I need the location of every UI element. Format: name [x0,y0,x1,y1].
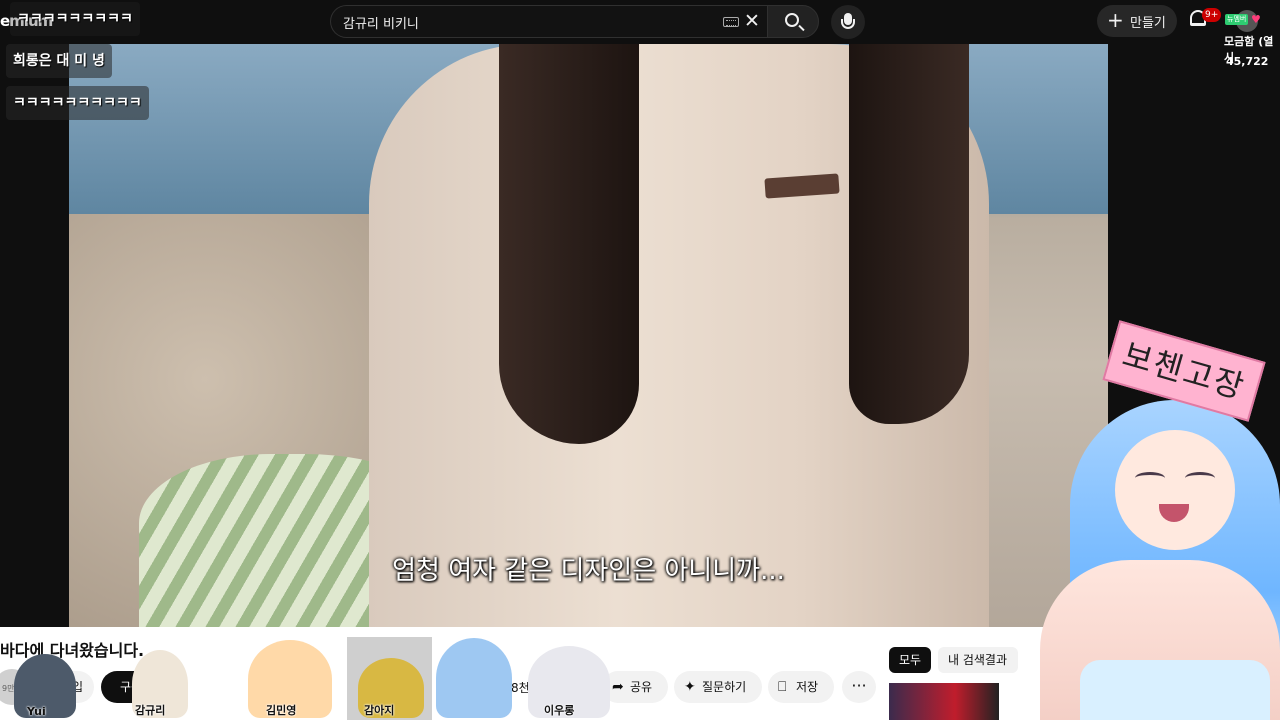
search-button[interactable] [767,5,819,38]
video-hair-left [499,44,639,444]
character-label-iurong: 이우롱 [544,704,575,717]
heart-icon: ♥ [1251,13,1261,26]
share-button[interactable]: ➦ 공유 [602,671,668,703]
plus-icon: + [1107,8,1124,32]
search-query-text[interactable]: 감규리 비키니 [343,13,419,32]
chat-message-1: ㅋㅋㅋㅋㅋㅋㅋㅋㅋ [10,2,140,36]
character-label-kimminyeong: 김민영 [266,704,297,717]
video-subtitle: 엄청 여자 같은 디자인은 아니니까... [392,556,785,586]
vtuber-face [1115,430,1235,550]
top-bar: emium 감규리 비키니 ✕ + 만들기 9+ [0,0,1280,44]
ask-button[interactable]: ✦ 질문하기 [674,671,762,703]
recommended-thumbnail[interactable] [889,683,999,720]
character-label-gamgyuri: 감규리 [135,704,166,717]
bookmark-icon: ⎕ [778,679,787,695]
search-input[interactable]: 감규리 비키니 ✕ [330,5,767,38]
donation-count: 45,722 [1226,55,1269,68]
like-count[interactable]: 8천 [511,679,530,696]
search-icon [785,13,799,27]
ask-label: 질문하기 [702,680,747,694]
video-title: 바다에 다녀왔습니다. [0,641,145,660]
chip-all[interactable]: 모두 [889,647,931,673]
vtuber-dress [1080,660,1270,720]
create-label: 만들기 [1130,16,1166,31]
chat-message-2: 희롱은 대 미 녕 [6,44,112,78]
member-badge: 뉴멤버 [1225,14,1249,25]
vtuber-eye-left [1135,472,1165,484]
voice-search-button[interactable] [831,5,865,39]
video-hair-right [849,44,969,424]
clear-icon[interactable]: ✕ [744,10,760,32]
vtuber-eye-right [1185,472,1215,484]
character-label-gamaji: 감아지 [364,704,395,717]
keyboard-icon[interactable] [723,17,739,27]
create-button[interactable]: + 만들기 [1097,5,1177,37]
video-player[interactable]: 엄청 여자 같은 디자인은 아니니까... [69,44,1108,627]
sparkle-icon: ✦ [684,679,696,695]
character-sticker-blue [436,638,512,718]
chip-my-search[interactable]: 내 검색결과 [938,647,1018,673]
vtuber-mouth [1159,504,1189,522]
notification-badge: 9+ [1202,8,1222,22]
character-label-yui: Yui [27,705,46,718]
share-icon: ➦ [612,679,624,695]
save-label: 저장 [796,680,819,694]
save-button[interactable]: ⎕ 저장 [768,671,834,703]
chat-message-3: ㅋㅋㅋㅋㅋㅋㅋㅋㅋㅋ [6,86,149,120]
share-label: 공유 [630,680,653,694]
more-actions-button[interactable]: ··· [842,671,876,703]
microphone-icon [841,13,855,29]
